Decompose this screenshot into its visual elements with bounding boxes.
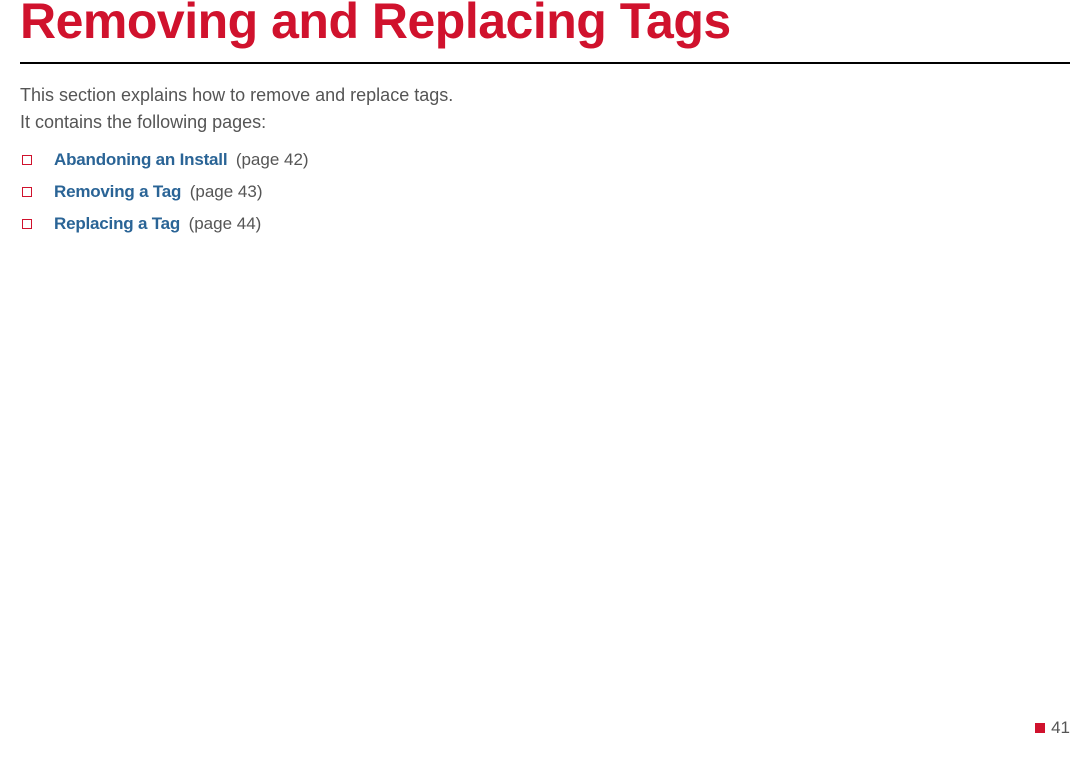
toc-link[interactable]: Replacing a Tag bbox=[54, 214, 180, 233]
intro-line-1: This section explains how to remove and … bbox=[20, 85, 453, 105]
page-title: Removing and Replacing Tags bbox=[20, 0, 1070, 50]
table-of-contents: Abandoning an Install (page 42) Removing… bbox=[20, 150, 1070, 234]
bullet-icon bbox=[22, 187, 32, 197]
toc-item-abandoning[interactable]: Abandoning an Install (page 42) bbox=[20, 150, 1070, 170]
toc-link[interactable]: Removing a Tag bbox=[54, 182, 181, 201]
intro-text: This section explains how to remove and … bbox=[20, 82, 1070, 136]
toc-item-removing[interactable]: Removing a Tag (page 43) bbox=[20, 182, 1070, 202]
toc-link[interactable]: Abandoning an Install bbox=[54, 150, 227, 169]
bullet-icon bbox=[22, 219, 32, 229]
page-footer: 41 bbox=[1035, 718, 1070, 738]
toc-page-ref: (page 44) bbox=[189, 214, 262, 233]
toc-page-ref: (page 42) bbox=[236, 150, 309, 169]
bullet-icon bbox=[22, 155, 32, 165]
toc-item-replacing[interactable]: Replacing a Tag (page 44) bbox=[20, 214, 1070, 234]
page-number: 41 bbox=[1051, 718, 1070, 738]
intro-line-2: It contains the following pages: bbox=[20, 112, 266, 132]
title-underline bbox=[20, 62, 1070, 64]
toc-page-ref: (page 43) bbox=[190, 182, 263, 201]
footer-bullet-icon bbox=[1035, 723, 1045, 733]
